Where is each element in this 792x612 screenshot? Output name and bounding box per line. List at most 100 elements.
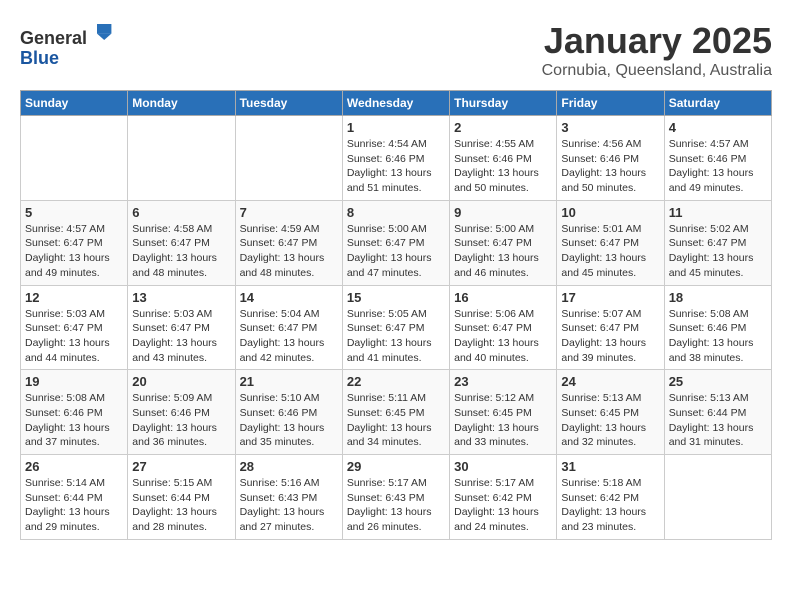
day-info: Sunrise: 5:04 AMSunset: 6:47 PMDaylight:… [240, 307, 338, 366]
day-number: 10 [561, 205, 659, 220]
day-info: Sunrise: 5:00 AMSunset: 6:47 PMDaylight:… [347, 222, 445, 281]
day-number: 27 [132, 459, 230, 474]
day-cell: 14 Sunrise: 5:04 AMSunset: 6:47 PMDayligh… [235, 285, 342, 370]
weekday-header-friday: Friday [557, 91, 664, 116]
day-cell: 15 Sunrise: 5:05 AMSunset: 6:47 PMDayligh… [342, 285, 449, 370]
weekday-row: SundayMondayTuesdayWednesdayThursdayFrid… [21, 91, 772, 116]
day-info: Sunrise: 4:55 AMSunset: 6:46 PMDaylight:… [454, 137, 552, 196]
day-cell: 21 Sunrise: 5:10 AMSunset: 6:46 PMDayligh… [235, 370, 342, 455]
day-number: 5 [25, 205, 123, 220]
day-info: Sunrise: 5:11 AMSunset: 6:45 PMDaylight:… [347, 391, 445, 450]
day-cell: 23 Sunrise: 5:12 AMSunset: 6:45 PMDayligh… [450, 370, 557, 455]
week-row: 1 Sunrise: 4:54 AMSunset: 6:46 PMDaylight… [21, 116, 772, 201]
weekday-header-thursday: Thursday [450, 91, 557, 116]
day-info: Sunrise: 4:54 AMSunset: 6:46 PMDaylight:… [347, 137, 445, 196]
day-info: Sunrise: 5:13 AMSunset: 6:44 PMDaylight:… [669, 391, 767, 450]
day-cell: 26Sunrise: 5:14 AMSunset: 6:44 PMDayligh… [21, 455, 128, 540]
day-info: Sunrise: 5:05 AMSunset: 6:47 PMDaylight:… [347, 307, 445, 366]
day-number: 25 [669, 374, 767, 389]
weekday-header-sunday: Sunday [21, 91, 128, 116]
title-area: January 2025 Cornubia, Queensland, Austr… [542, 20, 772, 80]
day-cell: 9Sunrise: 5:00 AMSunset: 6:47 PMDaylight… [450, 200, 557, 285]
day-number: 15 [347, 290, 445, 305]
day-cell: 7Sunrise: 4:59 AMSunset: 6:47 PMDaylight… [235, 200, 342, 285]
day-number: 26 [25, 459, 123, 474]
day-info: Sunrise: 4:58 AMSunset: 6:47 PMDaylight:… [132, 222, 230, 281]
day-number: 14 [240, 290, 338, 305]
day-number: 1 [347, 120, 445, 135]
day-number: 31 [561, 459, 659, 474]
page-header: General Blue January 2025 Cornubia, Quee… [20, 20, 772, 80]
day-number: 4 [669, 120, 767, 135]
day-cell: 16Sunrise: 5:06 AMSunset: 6:47 PMDayligh… [450, 285, 557, 370]
day-cell: 24 Sunrise: 5:13 AMSunset: 6:45 PMDayligh… [557, 370, 664, 455]
day-info: Sunrise: 5:15 AMSunset: 6:44 PMDaylight:… [132, 476, 230, 535]
empty-cell [235, 116, 342, 201]
month-title: January 2025 [542, 20, 772, 62]
day-number: 16 [454, 290, 552, 305]
empty-cell [128, 116, 235, 201]
day-cell: 20 Sunrise: 5:09 AMSunset: 6:46 PMDayligh… [128, 370, 235, 455]
day-cell: 28 Sunrise: 5:16 AMSunset: 6:43 PMDayligh… [235, 455, 342, 540]
day-number: 8 [347, 205, 445, 220]
day-number: 29 [347, 459, 445, 474]
day-cell: 6 Sunrise: 4:58 AMSunset: 6:47 PMDaylight… [128, 200, 235, 285]
calendar-table: SundayMondayTuesdayWednesdayThursdayFrid… [20, 90, 772, 540]
day-cell: 18Sunrise: 5:08 AMSunset: 6:46 PMDayligh… [664, 285, 771, 370]
day-number: 20 [132, 374, 230, 389]
logo-general: General [20, 28, 87, 48]
day-info: Sunrise: 4:56 AMSunset: 6:46 PMDaylight:… [561, 137, 659, 196]
day-cell: 27 Sunrise: 5:15 AMSunset: 6:44 PMDayligh… [128, 455, 235, 540]
day-info: Sunrise: 5:02 AMSunset: 6:47 PMDaylight:… [669, 222, 767, 281]
day-info: Sunrise: 5:03 AMSunset: 6:47 PMDaylight:… [132, 307, 230, 366]
week-row: 26Sunrise: 5:14 AMSunset: 6:44 PMDayligh… [21, 455, 772, 540]
day-number: 3 [561, 120, 659, 135]
day-info: Sunrise: 5:08 AMSunset: 6:46 PMDaylight:… [25, 391, 123, 450]
day-info: Sunrise: 5:10 AMSunset: 6:46 PMDaylight:… [240, 391, 338, 450]
day-info: Sunrise: 4:59 AMSunset: 6:47 PMDaylight:… [240, 222, 338, 281]
day-number: 17 [561, 290, 659, 305]
logo: General Blue [20, 20, 113, 69]
day-number: 24 [561, 374, 659, 389]
weekday-header-monday: Monday [128, 91, 235, 116]
day-info: Sunrise: 5:16 AMSunset: 6:43 PMDaylight:… [240, 476, 338, 535]
day-number: 19 [25, 374, 123, 389]
day-cell: 29Sunrise: 5:17 AMSunset: 6:43 PMDayligh… [342, 455, 449, 540]
day-cell: 13 Sunrise: 5:03 AMSunset: 6:47 PMDayligh… [128, 285, 235, 370]
day-info: Sunrise: 5:00 AMSunset: 6:47 PMDaylight:… [454, 222, 552, 281]
calendar-header: SundayMondayTuesdayWednesdayThursdayFrid… [21, 91, 772, 116]
day-number: 18 [669, 290, 767, 305]
day-cell: 10 Sunrise: 5:01 AMSunset: 6:47 PMDayligh… [557, 200, 664, 285]
day-info: Sunrise: 5:18 AMSunset: 6:42 PMDaylight:… [561, 476, 659, 535]
day-number: 13 [132, 290, 230, 305]
logo-blue: Blue [20, 48, 59, 68]
weekday-header-saturday: Saturday [664, 91, 771, 116]
day-cell: 3 Sunrise: 4:56 AMSunset: 6:46 PMDaylight… [557, 116, 664, 201]
week-row: 12Sunrise: 5:03 AMSunset: 6:47 PMDayligh… [21, 285, 772, 370]
day-cell: 22 Sunrise: 5:11 AMSunset: 6:45 PMDayligh… [342, 370, 449, 455]
day-cell: 4 Sunrise: 4:57 AMSunset: 6:46 PMDaylight… [664, 116, 771, 201]
day-info: Sunrise: 5:07 AMSunset: 6:47 PMDaylight:… [561, 307, 659, 366]
day-info: Sunrise: 5:13 AMSunset: 6:45 PMDaylight:… [561, 391, 659, 450]
day-cell: 11Sunrise: 5:02 AMSunset: 6:47 PMDayligh… [664, 200, 771, 285]
empty-cell [664, 455, 771, 540]
day-number: 23 [454, 374, 552, 389]
day-number: 6 [132, 205, 230, 220]
day-cell: 31 Sunrise: 5:18 AMSunset: 6:42 PMDayligh… [557, 455, 664, 540]
day-info: Sunrise: 4:57 AMSunset: 6:47 PMDaylight:… [25, 222, 123, 281]
day-info: Sunrise: 5:17 AMSunset: 6:42 PMDaylight:… [454, 476, 552, 535]
day-cell: 2Sunrise: 4:55 AMSunset: 6:46 PMDaylight… [450, 116, 557, 201]
day-info: Sunrise: 5:01 AMSunset: 6:47 PMDaylight:… [561, 222, 659, 281]
day-info: Sunrise: 4:57 AMSunset: 6:46 PMDaylight:… [669, 137, 767, 196]
day-number: 21 [240, 374, 338, 389]
day-info: Sunrise: 5:09 AMSunset: 6:46 PMDaylight:… [132, 391, 230, 450]
day-cell: 5 Sunrise: 4:57 AMSunset: 6:47 PMDaylight… [21, 200, 128, 285]
day-cell: 8 Sunrise: 5:00 AMSunset: 6:47 PMDaylight… [342, 200, 449, 285]
day-number: 30 [454, 459, 552, 474]
day-number: 22 [347, 374, 445, 389]
empty-cell [21, 116, 128, 201]
weekday-header-tuesday: Tuesday [235, 91, 342, 116]
calendar-body: 1 Sunrise: 4:54 AMSunset: 6:46 PMDaylight… [21, 116, 772, 540]
day-number: 28 [240, 459, 338, 474]
day-info: Sunrise: 5:12 AMSunset: 6:45 PMDaylight:… [454, 391, 552, 450]
